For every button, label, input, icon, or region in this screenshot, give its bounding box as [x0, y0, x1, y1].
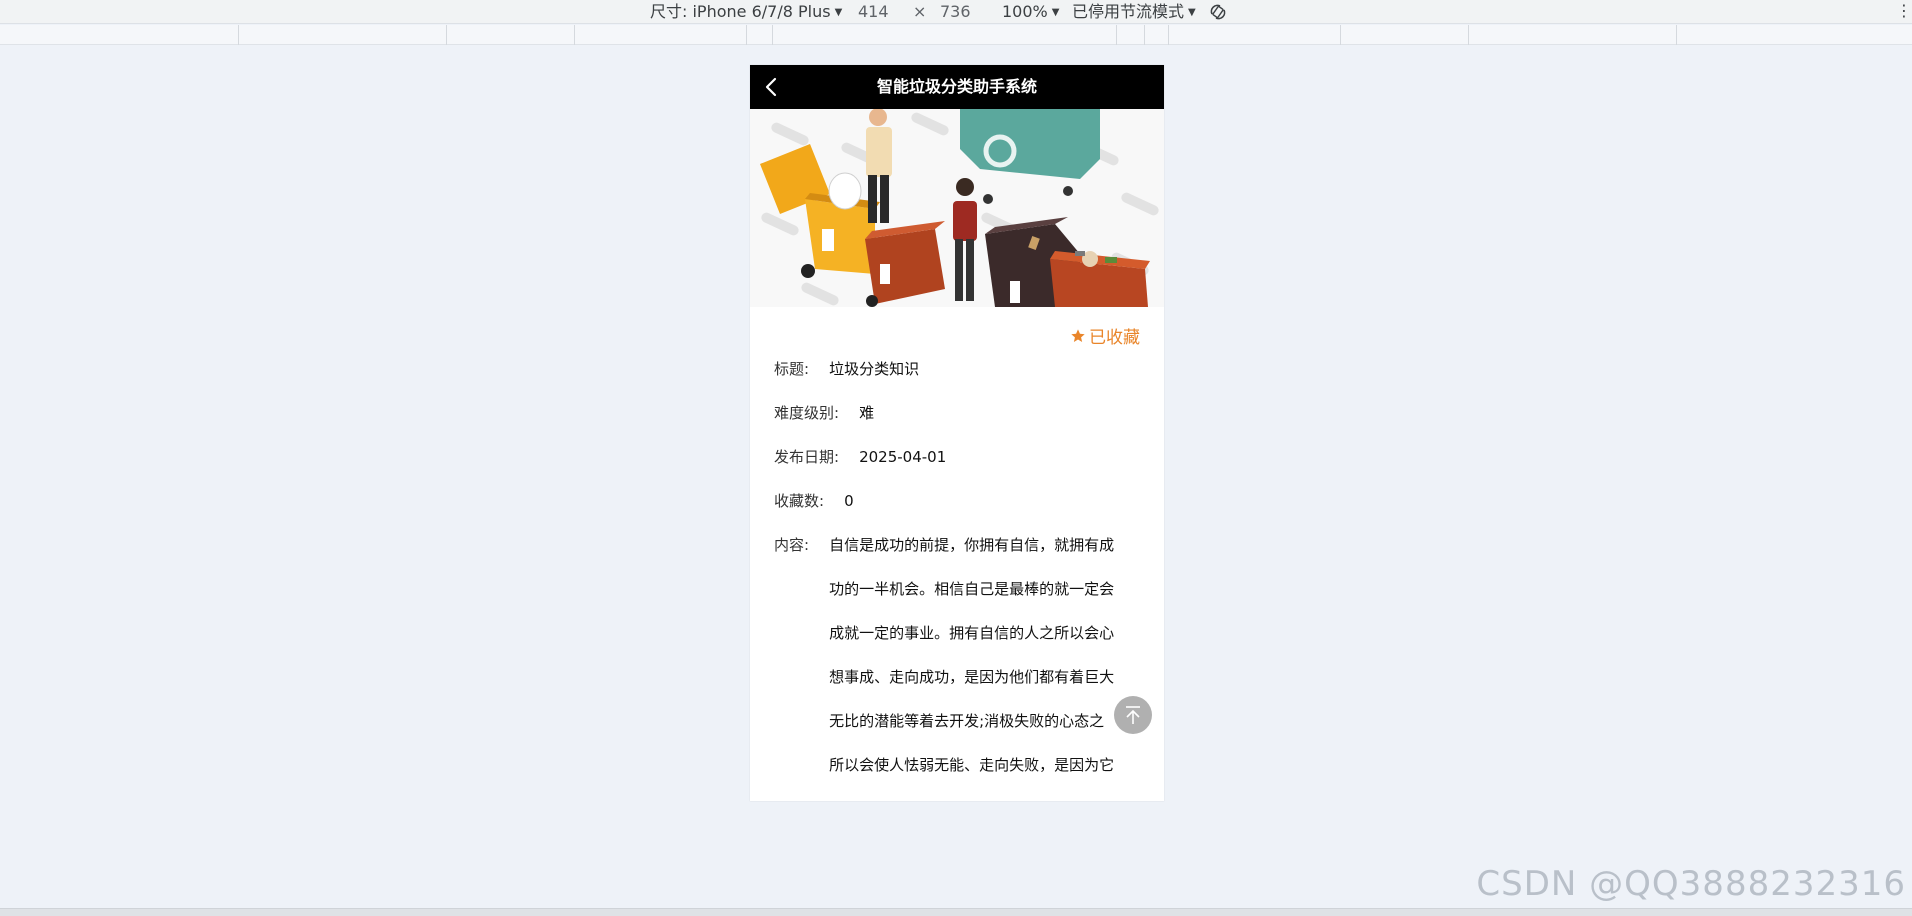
device-label: 尺寸: iPhone 6/7/8 Plus — [650, 2, 831, 21]
zoom-select[interactable]: 100% ▼ — [1002, 1, 1059, 23]
device-viewport: 智能垃圾分类助手系统 已收藏 标题: 垃圾分类知识 难度级别: 难 发布日期: … — [750, 65, 1164, 801]
window-bottom-edge — [0, 908, 1912, 916]
ruler-segment[interactable] — [1340, 25, 1468, 45]
content-line: 所以会使人怯弱无能、走向失败，是因为它 — [829, 756, 1115, 774]
ruler-segment[interactable] — [1168, 25, 1340, 45]
favorite-label: 已收藏 — [1089, 328, 1140, 348]
title-value: 垃圾分类知识 — [829, 360, 920, 378]
difficulty-row: 难度级别: 难 — [774, 391, 1140, 435]
title-row: 标题: 垃圾分类知识 — [774, 347, 1140, 391]
garbage-sorting-illustration — [750, 109, 1164, 307]
zoom-label: 100% — [1002, 2, 1048, 21]
ruler-segment[interactable] — [1116, 25, 1144, 45]
content-label: 内容: — [774, 536, 810, 554]
ruler-segment[interactable] — [746, 25, 772, 45]
ruler-segment[interactable] — [238, 25, 446, 45]
times-sign: × — [913, 2, 927, 21]
throttle-select[interactable]: 已停用节流模式 ▼ — [1072, 1, 1196, 23]
page-title: 智能垃圾分类助手系统 — [876, 77, 1037, 96]
rotate-icon[interactable] — [1208, 2, 1228, 22]
star-icon — [1071, 329, 1085, 342]
app-header: 智能垃圾分类助手系统 — [750, 65, 1164, 109]
content-line: 自信是成功的前提，你拥有自信，就拥有成 — [829, 536, 1115, 554]
favorite-toggle[interactable]: 已收藏 — [750, 307, 1164, 348]
ruler-segment[interactable] — [574, 25, 746, 45]
content-line: 功的一半机会。相信自己是最棒的就一定会 — [829, 580, 1115, 598]
chevron-down-icon: ▼ — [834, 7, 843, 18]
throttle-label: 已停用节流模式 — [1072, 2, 1185, 21]
devtools-device-toolbar: 尺寸: iPhone 6/7/8 Plus ▼ 414 × 736 100% ▼ 已… — [0, 0, 1912, 24]
date-row: 发布日期: 2025-04-01 — [774, 435, 1140, 479]
content-text: 自信是成功的前提，你拥有自信，就拥有成 功的一半机会。相信自己是最棒的就一定会 … — [829, 523, 1134, 787]
difficulty-label: 难度级别: — [774, 404, 840, 422]
detail-panel: 标题: 垃圾分类知识 难度级别: 难 发布日期: 2025-04-01 收藏数:… — [750, 347, 1164, 787]
media-query-ruler — [0, 25, 1912, 45]
back-arrow-icon[interactable] — [760, 75, 784, 99]
fav-count-value: 0 — [844, 492, 854, 510]
device-select[interactable]: 尺寸: iPhone 6/7/8 Plus ▼ — [650, 1, 842, 23]
chevron-down-icon: ▼ — [1051, 7, 1060, 18]
ruler-segment[interactable] — [1144, 25, 1168, 45]
chevron-down-icon: ▼ — [1188, 7, 1196, 18]
difficulty-value: 难 — [859, 404, 875, 422]
fav-count-label: 收藏数: — [774, 492, 825, 510]
content-line: 无比的潜能等着去开发;消极失败的心态之 — [829, 712, 1105, 730]
content-row: 内容: 自信是成功的前提，你拥有自信，就拥有成 功的一半机会。相信自己是最棒的就… — [774, 523, 1140, 787]
content-line: 想事成、走向成功，是因为他们都有着巨大 — [829, 668, 1115, 686]
ruler-segment[interactable] — [446, 25, 574, 45]
fav-count-row: 收藏数: 0 — [774, 479, 1140, 523]
back-to-top-button[interactable] — [1114, 696, 1152, 734]
arrow-up-icon — [1126, 706, 1140, 724]
content-line: 成就一定的事业。拥有自信的人之所以会心 — [829, 624, 1115, 642]
date-value: 2025-04-01 — [859, 448, 947, 466]
ruler-segment[interactable] — [1676, 25, 1912, 45]
watermark: CSDN @QQ3888232316 — [1476, 864, 1906, 904]
title-label: 标题: — [774, 360, 810, 378]
banner-image — [750, 109, 1164, 307]
height-input[interactable]: 736 — [940, 1, 971, 23]
ruler-segment[interactable] — [1468, 25, 1676, 45]
date-label: 发布日期: — [774, 448, 840, 466]
ruler-segment[interactable] — [772, 25, 798, 45]
width-input[interactable]: 414 — [858, 1, 889, 23]
more-options-icon[interactable]: ⋮ — [1896, 0, 1912, 24]
